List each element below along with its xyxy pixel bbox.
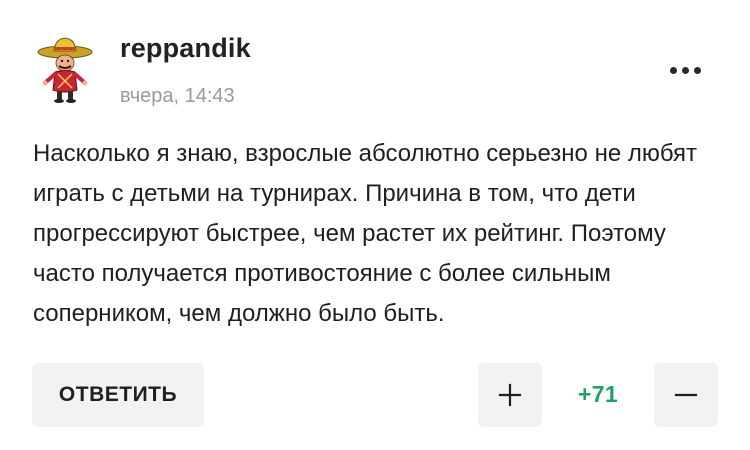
downvote-button[interactable]: [654, 363, 718, 427]
more-dots-icon: [681, 66, 689, 74]
comment-card: reppandik вчера, 14:43 Насколько я знаю,…: [0, 0, 750, 450]
plus-icon: [498, 383, 522, 407]
more-dots-icon: [669, 66, 677, 74]
minus-icon: [674, 393, 698, 397]
more-dots-icon: [693, 66, 701, 74]
reply-button[interactable]: ОТВЕТИТЬ: [32, 363, 204, 427]
more-options-button[interactable]: [660, 58, 710, 82]
rating-counter: +71: [578, 381, 618, 407]
avatar[interactable]: [36, 36, 94, 104]
comment-text: Насколько я знаю, взрослые абсолютно сер…: [33, 140, 698, 327]
comment-timestamp: вчера, 14:43: [120, 85, 235, 107]
reply-button-label: ОТВЕТИТЬ: [58, 383, 178, 406]
username[interactable]: reppandik: [120, 33, 251, 64]
sombrero-character-icon: [37, 37, 93, 103]
upvote-button[interactable]: [478, 363, 542, 427]
